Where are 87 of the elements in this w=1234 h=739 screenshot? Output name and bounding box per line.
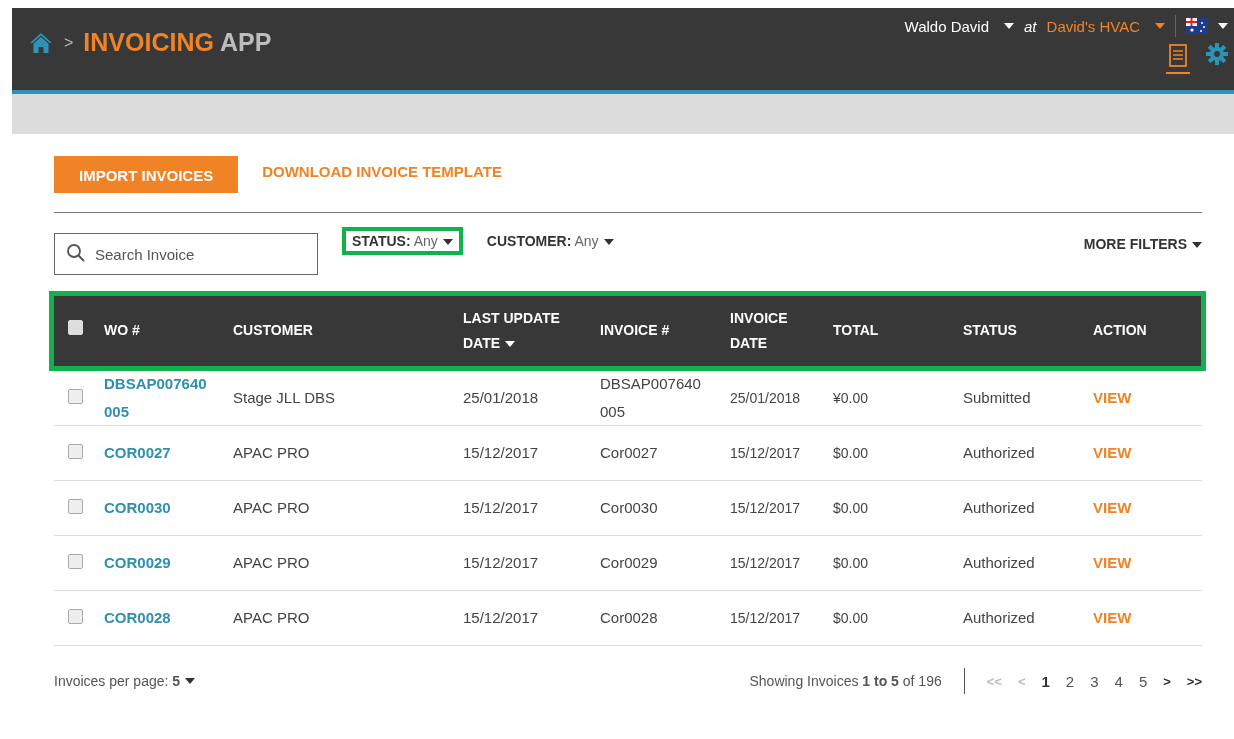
caret-icon — [1004, 22, 1015, 30]
view-link[interactable]: VIEW — [1093, 383, 1132, 413]
view-link[interactable]: VIEW — [1093, 493, 1132, 523]
row-checkbox[interactable] — [68, 444, 83, 459]
status-cell-text: Submitted — [963, 387, 1031, 408]
invoice-number-cell-text: Cor0027 — [600, 442, 658, 463]
caret-icon — [442, 238, 453, 247]
pager-arrow[interactable]: >> — [1186, 673, 1202, 689]
page-number[interactable]: 2 — [1065, 672, 1075, 690]
column-header: WO # — [104, 322, 140, 339]
wo-number-link[interactable]: COR0030 — [104, 493, 171, 523]
more-filters-menu[interactable]: MORE FILTERS — [1083, 236, 1202, 252]
total-cell-text: $0.00 — [833, 608, 869, 628]
user-menu[interactable]: Waldo David — [904, 17, 990, 35]
total-cell-text: ¥0.00 — [833, 388, 869, 408]
wo-number-link[interactable]: COR0029 — [104, 548, 171, 578]
invoice-date-cell-text: 15/12/2017 — [730, 553, 801, 573]
breadcrumb-separator: > — [64, 33, 74, 52]
download-template-link[interactable]: DOWNLOAD INVOICE TEMPLATE — [262, 163, 502, 180]
caret-icon[interactable] — [1218, 22, 1228, 30]
customer-cell-text: Stage JLL DBS — [233, 387, 335, 408]
at-label: at — [1024, 17, 1037, 35]
caret-icon — [603, 238, 614, 247]
app-title: INVOICING APP — [83, 28, 272, 57]
page-number[interactable]: 4 — [1114, 672, 1123, 690]
caret-icon — [1155, 22, 1165, 30]
invoice-number-cell-text: Cor0028 — [600, 607, 658, 628]
home-icon[interactable] — [28, 31, 54, 54]
customer-cell-text: APAC PRO — [233, 607, 310, 628]
customer-cell-text: APAC PRO — [233, 552, 310, 573]
caret-icon — [1192, 241, 1202, 250]
invoice-number-cell-text: Cor0030 — [600, 497, 658, 518]
column-header: TOTAL — [833, 322, 879, 339]
column-header: INVOICE # — [600, 322, 670, 339]
search-field[interactable]: Search Invoice — [54, 233, 318, 275]
customer-cell-text: APAC PRO — [233, 497, 310, 518]
status-cell-text: Authorized — [963, 607, 1035, 628]
wo-number-link[interactable]: DBSAP007640005 — [104, 369, 209, 427]
status-cell-text: Authorized — [963, 497, 1035, 518]
per-page-selector[interactable]: Invoices per page: 5 — [54, 673, 181, 689]
total-cell-text: $0.00 — [833, 498, 869, 518]
caret-icon — [185, 677, 196, 685]
update-date-cell-text: 15/12/2017 — [463, 497, 539, 518]
page-number[interactable]: 3 — [1090, 672, 1099, 690]
column-header: CUSTOMER — [233, 322, 313, 339]
column-header[interactable]: LAST UPDATE DATE — [463, 305, 583, 357]
row-checkbox[interactable] — [68, 389, 83, 404]
update-date-cell-text: 15/12/2017 — [463, 552, 539, 573]
wo-number-link[interactable]: COR0027 — [104, 438, 171, 468]
select-all-checkbox[interactable] — [68, 320, 83, 336]
settings-icon[interactable] — [1206, 43, 1228, 65]
invoice-number-cell-text: DBSAP007640005 — [600, 373, 702, 422]
column-header: STATUS — [963, 322, 1017, 339]
page-number[interactable]: 1 — [1041, 672, 1050, 690]
showing-count: Showing Invoices 1 to 5 of 196 — [749, 673, 942, 689]
invoice-number-cell-text: Cor0029 — [600, 552, 658, 573]
invoice-date-cell-text: 15/12/2017 — [730, 443, 801, 463]
row-checkbox[interactable] — [68, 554, 83, 569]
page-number[interactable]: 5 — [1138, 672, 1148, 690]
total-cell-text: $0.00 — [833, 443, 869, 463]
update-date-cell-text: 15/12/2017 — [463, 442, 539, 463]
pager-arrow[interactable]: > — [1163, 673, 1171, 689]
total-cell-text: $0.00 — [833, 553, 869, 573]
view-link[interactable]: VIEW — [1093, 548, 1132, 578]
update-date-cell-text: 25/01/2018 — [463, 387, 539, 408]
row-checkbox[interactable] — [68, 609, 83, 624]
column-header: ACTION — [1093, 322, 1147, 339]
view-link[interactable]: VIEW — [1093, 603, 1132, 633]
invoice-date-cell-text: 25/01/2018 — [730, 388, 801, 408]
column-header: INVOICE DATE — [730, 308, 789, 353]
status-filter[interactable]: STATUS: Any — [342, 227, 463, 255]
company-menu[interactable]: David's HVAC — [1046, 17, 1140, 35]
view-link[interactable]: VIEW — [1093, 438, 1132, 468]
row-checkbox[interactable] — [68, 499, 83, 514]
update-date-cell-text: 15/12/2017 — [463, 607, 539, 628]
document-icon[interactable] — [1164, 43, 1192, 75]
status-cell-text: Authorized — [963, 552, 1035, 573]
flag-icon[interactable] — [1186, 18, 1208, 34]
status-cell-text: Authorized — [963, 442, 1035, 463]
caret-icon — [505, 340, 516, 349]
import-invoices-button[interactable]: IMPORT INVOICES — [54, 156, 239, 193]
customer-filter[interactable]: CUSTOMER: Any — [476, 227, 624, 255]
wo-number-link[interactable]: COR0028 — [104, 603, 171, 633]
customer-cell-text: APAC PRO — [233, 442, 310, 463]
search-icon — [66, 243, 86, 263]
invoice-date-cell-text: 15/12/2017 — [730, 498, 801, 518]
invoice-date-cell-text: 15/12/2017 — [730, 608, 801, 628]
